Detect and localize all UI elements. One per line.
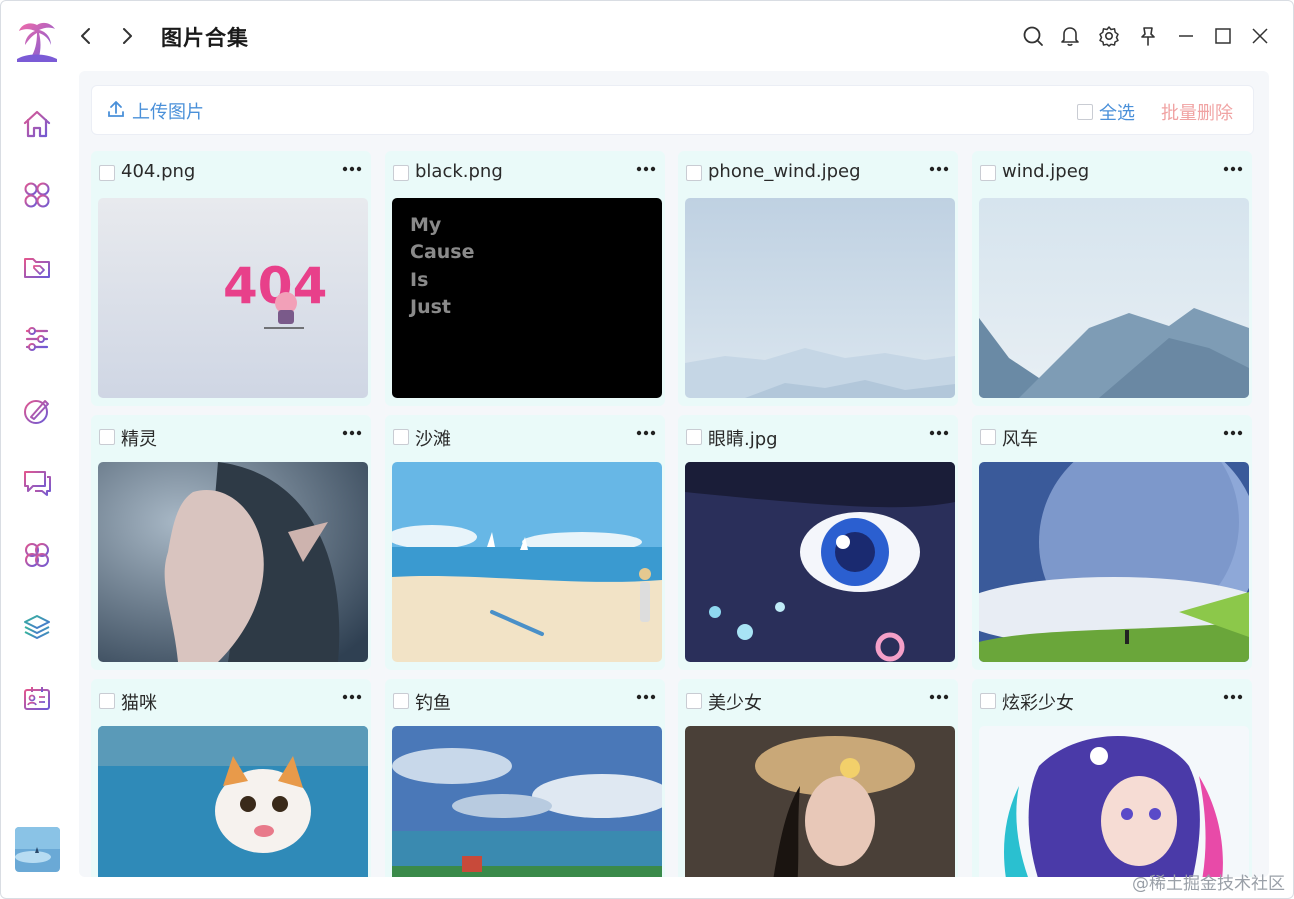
upload-icon <box>106 99 126 124</box>
image-thumbnail[interactable] <box>98 462 368 662</box>
more-icon[interactable] <box>635 423 657 443</box>
thumb-text-line: Just <box>408 296 451 318</box>
image-thumbnail[interactable] <box>685 462 955 662</box>
batch-delete-button[interactable]: 批量删除 <box>1161 99 1233 125</box>
image-thumbnail[interactable] <box>685 198 955 398</box>
card-checkbox[interactable] <box>393 429 409 445</box>
layers-icon[interactable] <box>19 609 55 645</box>
forward-button[interactable] <box>114 23 140 49</box>
image-name: 风车 <box>1002 429 1038 450</box>
image-name: 精灵 <box>121 429 157 450</box>
image-thumbnail[interactable] <box>98 726 368 877</box>
image-thumbnail[interactable] <box>685 726 955 877</box>
more-icon[interactable] <box>1222 423 1244 443</box>
more-icon[interactable] <box>1222 159 1244 179</box>
close-icon[interactable] <box>1247 23 1273 49</box>
page-title: 图片合集 <box>161 26 249 50</box>
image-name: wind.jpeg <box>1002 161 1090 182</box>
image-card[interactable]: black.png My Cause Is Just <box>385 151 665 406</box>
image-thumbnail[interactable]: 404 <box>98 198 368 398</box>
select-all-checkbox[interactable]: 全选 <box>1077 99 1135 125</box>
image-card[interactable]: 猫咪 <box>91 679 371 877</box>
image-card[interactable]: 美少女 <box>678 679 958 877</box>
title-bar: 图片合集 <box>1 1 1293 71</box>
card-checkbox[interactable] <box>980 693 996 709</box>
image-name: 美少女 <box>708 693 762 714</box>
search-icon[interactable] <box>1020 23 1046 49</box>
card-checkbox[interactable] <box>99 429 115 445</box>
folder-tag-icon[interactable] <box>19 249 55 285</box>
more-icon[interactable] <box>635 159 657 179</box>
image-thumbnail[interactable] <box>979 726 1249 877</box>
thumb-text-line: Is <box>410 269 428 291</box>
more-icon[interactable] <box>928 423 950 443</box>
pin-icon[interactable] <box>1135 23 1161 49</box>
image-thumbnail[interactable] <box>392 462 662 662</box>
image-card[interactable]: wind.jpeg <box>972 151 1252 406</box>
bell-icon[interactable] <box>1057 23 1083 49</box>
toolbar: 上传图片 全选 批量删除 <box>91 85 1254 135</box>
select-all-label: 全选 <box>1099 103 1135 124</box>
image-card[interactable]: 404.png 404 <box>91 151 371 406</box>
image-name: 眼睛.jpg <box>708 429 778 450</box>
sidebar <box>1 71 73 898</box>
chat-icon[interactable] <box>19 465 55 501</box>
thumb-text-line: Cause <box>410 241 475 263</box>
gear-icon[interactable] <box>1096 23 1122 49</box>
card-checkbox[interactable] <box>99 165 115 181</box>
watermark: @稀土掘金技术社区 <box>1132 874 1285 894</box>
image-card[interactable]: phone_wind.jpeg <box>678 151 958 406</box>
more-icon[interactable] <box>928 159 950 179</box>
image-name: 炫彩少女 <box>1002 693 1074 714</box>
image-card[interactable]: 钓鱼 <box>385 679 665 877</box>
image-name: 猫咪 <box>121 693 157 714</box>
card-checkbox[interactable] <box>686 165 702 181</box>
home-icon[interactable] <box>19 106 55 142</box>
id-card-icon[interactable] <box>19 681 55 717</box>
maximize-icon[interactable] <box>1210 23 1236 49</box>
card-checkbox[interactable] <box>393 693 409 709</box>
card-checkbox[interactable] <box>686 693 702 709</box>
image-thumbnail[interactable] <box>392 726 662 877</box>
image-name: 404.png <box>121 161 196 182</box>
list-settings-icon[interactable] <box>19 321 55 357</box>
upload-label: 上传图片 <box>132 102 204 123</box>
upload-button[interactable]: 上传图片 <box>106 98 204 124</box>
more-icon[interactable] <box>341 423 363 443</box>
app-logo-icon <box>15 17 59 63</box>
thumb-text-line: My <box>410 214 442 236</box>
card-checkbox[interactable] <box>980 429 996 445</box>
minimize-icon[interactable] <box>1173 23 1199 49</box>
main-content: 上传图片 全选 批量删除 404.png 404 black.png My Ca… <box>79 71 1269 877</box>
brush-icon[interactable] <box>19 393 55 429</box>
thumb-404-text: 404 <box>223 257 327 315</box>
image-thumbnail[interactable]: My Cause Is Just <box>392 198 662 398</box>
image-name: 沙滩 <box>415 429 451 450</box>
image-name: phone_wind.jpeg <box>708 161 861 182</box>
select-all-box[interactable] <box>1077 104 1093 120</box>
image-card[interactable]: 沙滩 <box>385 415 665 670</box>
avatar[interactable] <box>15 827 60 872</box>
card-checkbox[interactable] <box>393 165 409 181</box>
image-thumbnail[interactable] <box>979 198 1249 398</box>
apps-icon[interactable] <box>19 177 55 213</box>
image-name: 钓鱼 <box>415 693 451 714</box>
image-card[interactable]: 眼睛.jpg <box>678 415 958 670</box>
grid-circles-icon[interactable] <box>19 537 55 573</box>
card-checkbox[interactable] <box>686 429 702 445</box>
back-button[interactable] <box>73 23 99 49</box>
more-icon[interactable] <box>1222 687 1244 707</box>
more-icon[interactable] <box>341 687 363 707</box>
more-icon[interactable] <box>928 687 950 707</box>
app-window: 图片合集 上传图片 全选 批量删除 404.png 404 black.png … <box>0 0 1294 899</box>
card-checkbox[interactable] <box>980 165 996 181</box>
more-icon[interactable] <box>341 159 363 179</box>
card-checkbox[interactable] <box>99 693 115 709</box>
image-card[interactable]: 精灵 <box>91 415 371 670</box>
image-thumbnail[interactable] <box>979 462 1249 662</box>
more-icon[interactable] <box>635 687 657 707</box>
image-card[interactable]: 炫彩少女 <box>972 679 1252 877</box>
image-name: black.png <box>415 161 503 182</box>
image-card[interactable]: 风车 <box>972 415 1252 670</box>
